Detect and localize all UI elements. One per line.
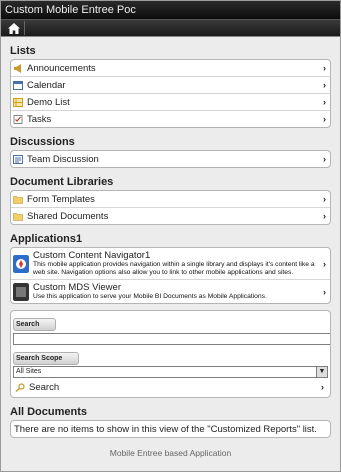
nav-bar xyxy=(1,19,340,37)
chevron-right-icon: › xyxy=(323,80,326,90)
search-scope-value: All Sites xyxy=(16,368,42,375)
search-label: Search xyxy=(13,318,57,331)
list-item-label: Calendar xyxy=(27,79,66,91)
search-input[interactable] xyxy=(13,333,330,345)
applications-heading: Applications1 xyxy=(10,233,83,245)
libraries-heading: Document Libraries xyxy=(10,176,114,188)
folder-icon xyxy=(13,212,23,221)
mds-viewer-icon xyxy=(13,282,29,301)
libraries-group: Form Templates › Shared Documents › xyxy=(10,190,331,225)
applications-group: Custom Content Navigator1 This mobile ap… xyxy=(10,247,331,304)
lists-heading: Lists xyxy=(10,45,36,57)
search-button-label: Search xyxy=(29,381,60,393)
list-item-form-templates[interactable]: Form Templates › xyxy=(11,191,330,208)
navigator-compass-icon xyxy=(13,254,29,273)
search-scope-select[interactable]: All Sites ▼ xyxy=(13,366,328,378)
search-scope-label: Search Scope xyxy=(13,352,80,365)
search-panel: Search Search Scope All Sites ▼ Search › xyxy=(10,310,331,398)
home-icon xyxy=(8,22,20,34)
discussion-icon xyxy=(13,154,23,164)
chevron-right-icon: › xyxy=(323,286,326,297)
dropdown-arrow-icon: ▼ xyxy=(316,367,327,377)
lists-group: Announcements › Calendar › Demo List › T… xyxy=(10,59,331,128)
app-item-mds-viewer[interactable]: Custom MDS Viewer Use this application t… xyxy=(11,280,330,303)
chevron-right-icon: › xyxy=(323,211,326,221)
app-title: Custom MDS Viewer xyxy=(33,282,121,293)
footer-text: Mobile Entree based Application xyxy=(109,448,232,458)
chevron-right-icon: › xyxy=(323,194,326,204)
all-documents-heading: All Documents xyxy=(10,406,88,418)
megaphone-icon xyxy=(14,63,21,73)
folder-icon xyxy=(13,195,23,204)
list-item-label: Shared Documents xyxy=(27,210,109,222)
chevron-right-icon: › xyxy=(323,154,326,164)
list-item-label: Tasks xyxy=(27,113,52,125)
list-icon xyxy=(13,97,23,107)
list-item-announcements[interactable]: Announcements › xyxy=(11,60,330,77)
app-title: Custom Mobile Entree Poc xyxy=(5,4,136,16)
discussions-heading: Discussions xyxy=(10,136,75,148)
home-button[interactable] xyxy=(4,21,25,35)
list-item-demo-list[interactable]: Demo List › xyxy=(11,94,330,111)
list-item-team-discussion[interactable]: Team Discussion › xyxy=(11,151,330,167)
discussions-group: Team Discussion › xyxy=(10,150,331,168)
empty-list-message: There are no items to show in this view … xyxy=(14,423,317,435)
list-item-label: Form Templates xyxy=(27,193,95,205)
list-item-label: Demo List xyxy=(27,96,70,108)
tasks-icon xyxy=(13,114,23,124)
list-item-label: Announcements xyxy=(27,62,96,74)
list-item-label: Team Discussion xyxy=(27,153,99,165)
chevron-right-icon: › xyxy=(323,97,326,107)
search-button[interactable]: Search › xyxy=(13,379,328,395)
app-title-bar: Custom Mobile Entree Poc xyxy=(1,1,340,19)
all-documents-group: There are no items to show in this view … xyxy=(10,420,331,438)
chevron-right-icon: › xyxy=(321,382,324,392)
search-icon xyxy=(15,382,25,392)
list-item-shared-documents[interactable]: Shared Documents › xyxy=(11,208,330,224)
app-description: Use this application to serve your Mobil… xyxy=(33,293,267,300)
chevron-right-icon: › xyxy=(323,114,326,124)
app-item-content-navigator[interactable]: Custom Content Navigator1 This mobile ap… xyxy=(11,248,330,280)
app-title: Custom Content Navigator1 xyxy=(33,250,151,261)
chevron-right-icon: › xyxy=(323,63,326,73)
list-item-tasks[interactable]: Tasks › xyxy=(11,111,330,127)
list-item-calendar[interactable]: Calendar › xyxy=(11,77,330,94)
calendar-icon xyxy=(13,80,23,90)
chevron-right-icon: › xyxy=(323,258,326,269)
app-description: This mobile application provides navigat… xyxy=(33,261,315,276)
